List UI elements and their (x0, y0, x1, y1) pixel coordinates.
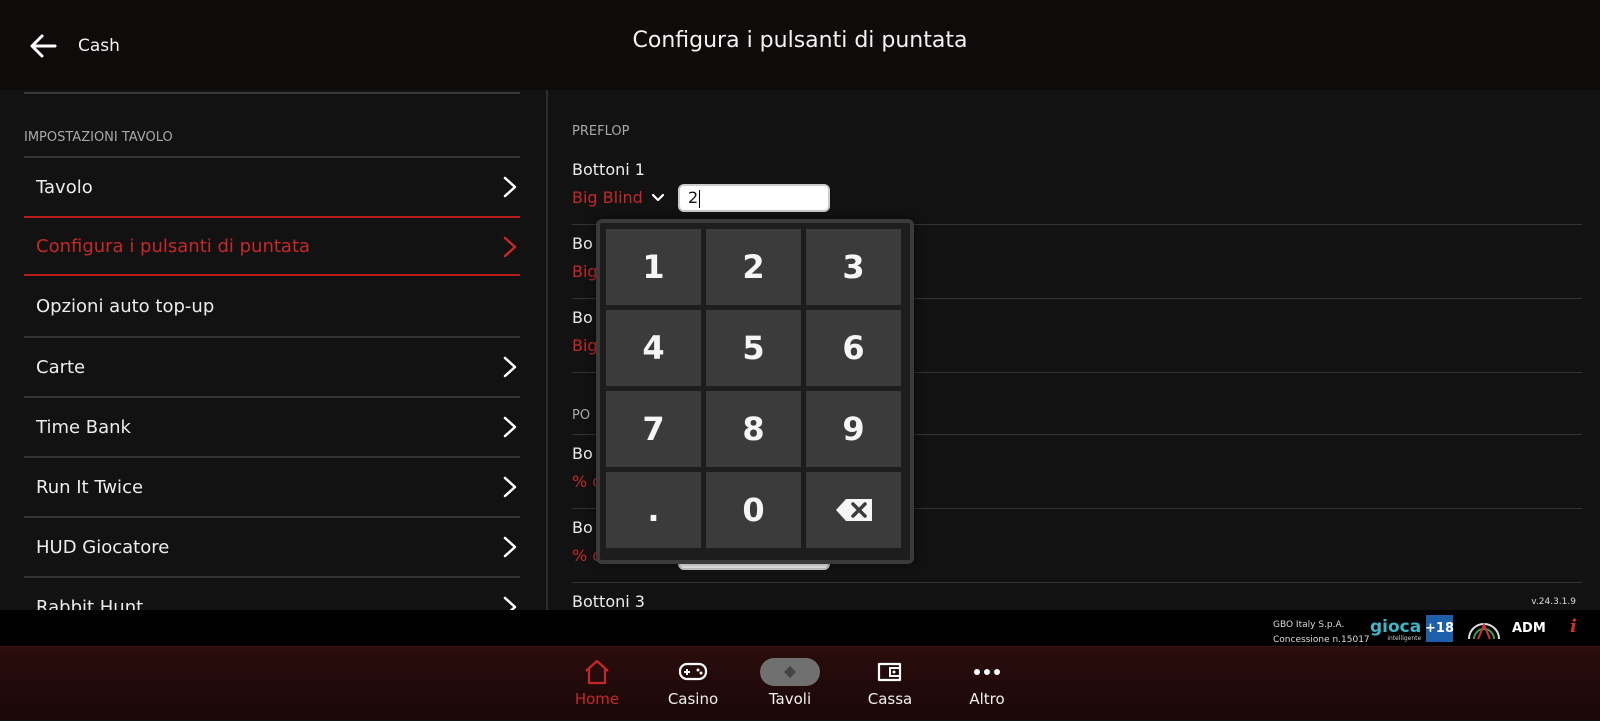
panel-divider (546, 90, 548, 610)
header-bar: Cash Configura i pulsanti di puntata (0, 0, 1600, 90)
bet-type-select[interactable]: Big (572, 336, 598, 355)
button-row-title: Bo (572, 444, 593, 463)
sidebar-item-label: Rabbit Hunt (36, 596, 144, 611)
key-1[interactable]: 1 (606, 229, 701, 305)
adm-logo: ADM (1512, 621, 1546, 636)
nav-altro[interactable]: Altro (937, 647, 1037, 721)
key-4[interactable]: 4 (606, 310, 701, 386)
page-title: Configura i pulsanti di puntata (632, 28, 968, 53)
key-6[interactable]: 6 (806, 310, 901, 386)
bet-amount-input[interactable]: 2 (678, 184, 830, 212)
company-info: GBO Italy S.p.A. Concessione n.15017 (1273, 618, 1370, 648)
chevron-right-icon (503, 416, 517, 438)
nav-label: Tavoli (768, 690, 812, 708)
key-8[interactable]: 8 (706, 391, 801, 467)
text-caret (699, 189, 701, 208)
nav-casino[interactable]: Casino (643, 647, 743, 721)
bet-type-value: Big (572, 262, 598, 281)
key-7[interactable]: 7 (606, 391, 701, 467)
divider (572, 582, 1582, 583)
key-3[interactable]: 3 (806, 229, 901, 305)
sidebar-item-label: Tavolo (36, 176, 93, 198)
sidebar-item-label: Run It Twice (36, 476, 144, 498)
sidebar-item-label: Carte (36, 356, 86, 378)
sidebar-item-opzioni-auto-topup[interactable]: Opzioni auto top-up (24, 276, 520, 336)
company-name: GBO Italy S.p.A. (1273, 620, 1345, 630)
sidebar-item-configura-pulsanti[interactable]: Configura i pulsanti di puntata (24, 216, 520, 276)
adm-emblem-icon (1468, 622, 1500, 640)
bet-type-select[interactable]: Big Blind (572, 188, 665, 207)
sidebar-item-label: Opzioni auto top-up (36, 295, 215, 317)
chevron-right-icon (503, 536, 517, 558)
chevron-right-icon (503, 476, 517, 498)
gioca-logo-text: gioca (1370, 617, 1422, 637)
chevron-right-icon (503, 356, 517, 378)
chevron-right-icon (503, 596, 517, 610)
section-label: IMPOSTAZIONI TAVOLO (24, 130, 173, 145)
key-9[interactable]: 9 (806, 391, 901, 467)
button-row-title: Bo (572, 234, 593, 253)
sidebar-item-hud-giocatore[interactable]: HUD Giocatore (24, 516, 520, 576)
nav-label: Altro (969, 690, 1005, 708)
backspace-icon (835, 499, 872, 521)
key-0[interactable]: 0 (706, 472, 801, 548)
nav-home[interactable]: Home (547, 647, 647, 721)
chevron-right-icon (503, 176, 517, 198)
nav-tavoli[interactable]: Tavoli (740, 647, 840, 721)
button-row-title: Bo (572, 518, 593, 537)
button-row-title: Bo (572, 308, 593, 327)
bet-type-value: Big Blind (572, 188, 643, 207)
sidebar-item-time-bank[interactable]: Time Bank (24, 396, 520, 456)
numeric-keypad: 1 2 3 4 5 6 7 8 9 . 0 (596, 219, 914, 564)
gamepad-icon (678, 657, 708, 687)
wallet-icon (875, 657, 905, 687)
key-5[interactable]: 5 (706, 310, 801, 386)
sidebar-item-label: Configura i pulsanti di puntata (36, 235, 311, 257)
chevron-down-icon (651, 193, 664, 201)
info-icon[interactable]: i (1570, 616, 1577, 637)
preflop-label: PREFLOP (572, 124, 630, 139)
key-2[interactable]: 2 (706, 229, 801, 305)
sidebar-item-tavolo[interactable]: Tavolo (24, 156, 520, 216)
button-row-title: Bottoni 1 (572, 160, 645, 179)
bet-type-select[interactable]: Big (572, 262, 598, 281)
nav-label: Home (574, 690, 620, 708)
age-18-logo: +18 (1425, 615, 1454, 642)
app-version: v.24.3.1.9 (1531, 597, 1576, 607)
home-icon (583, 657, 611, 687)
chevron-right-icon (503, 236, 517, 258)
nav-label: Cassa (867, 690, 913, 708)
nav-cassa[interactable]: Cassa (840, 647, 940, 721)
sidebar-item-rabbit-hunt[interactable]: Rabbit Hunt (24, 576, 520, 610)
sidebar-item-carte[interactable]: Carte (24, 336, 520, 396)
key-decimal[interactable]: . (606, 472, 701, 548)
bet-amount-value: 2 (688, 188, 699, 207)
settings-sidebar: IMPOSTAZIONI TAVOLO Tavolo Configura i p… (24, 90, 520, 610)
bet-type-value: Big (572, 336, 598, 355)
sidebar-item-run-it-twice[interactable]: Run It Twice (24, 456, 520, 516)
gioca-intelligente-logo: gioca intelligente (1370, 618, 1421, 642)
bottom-navigation: Home Casino Tavoli Cassa Altro (0, 646, 1600, 720)
sidebar-item-label: Time Bank (36, 416, 131, 438)
more-icon (972, 657, 1002, 687)
sidebar-item-label: HUD Giocatore (36, 536, 170, 558)
tables-icon (760, 657, 820, 687)
postflop-label: PO (572, 408, 591, 423)
key-backspace[interactable] (806, 472, 901, 548)
button-row-title: Bottoni 3 (572, 592, 645, 610)
nav-label: Casino (667, 690, 719, 708)
